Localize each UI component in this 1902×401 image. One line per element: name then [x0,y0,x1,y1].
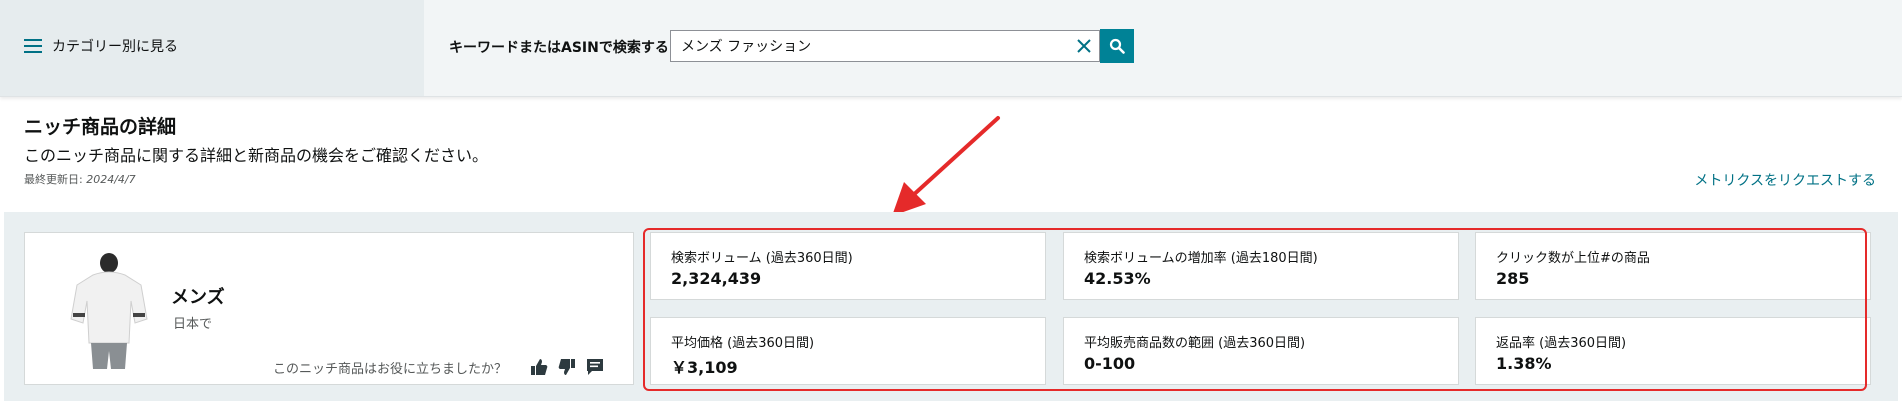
search-box [670,30,1100,62]
search-label: キーワードまたはASINで検索する [449,40,669,56]
page-title: ニッチ商品の詳細 [24,116,177,138]
product-name: メンズ [171,287,225,308]
comment-button[interactable] [585,357,605,377]
hamburger-icon [24,39,42,53]
close-icon [1077,39,1091,53]
browse-by-category-label: カテゴリー別に見る [52,39,178,55]
comment-icon [587,359,604,375]
browse-by-category-button[interactable]: カテゴリー別に見る [24,34,178,58]
page-subtitle: このニッチ商品に関する詳細と新商品の機会をご確認ください。 [24,146,489,165]
product-region: 日本で [173,317,213,332]
search-input[interactable] [671,32,1069,60]
annotation-arrow [892,116,1000,216]
product-image [70,253,148,369]
category-panel: カテゴリー別に見る [0,0,424,96]
last-updated-date: 2024/4/7 [86,173,136,186]
feedback-question: このニッチ商品はお役に立ちましたか？ [273,361,508,377]
request-metrics-link[interactable]: メトリクスをリクエストする [1694,170,1876,190]
feedback-row: このニッチ商品はお役に立ちましたか？ [273,357,605,377]
annotation-highlight-box [643,228,1867,391]
last-updated-label: 最終更新日: [24,173,83,186]
thumbs-down-icon [558,359,576,375]
thumbs-down-button[interactable] [557,357,577,377]
top-bar: カテゴリー別に見る キーワードまたはASINで検索する [0,0,1902,97]
thumbs-up-icon [531,359,548,375]
search-button[interactable] [1100,29,1134,63]
thumbs-up-button[interactable] [529,357,549,377]
search-icon [1109,38,1125,54]
clear-search-button[interactable] [1069,31,1099,61]
product-card: メンズ 日本で このニッチ商品はお役に立ちましたか？ [24,232,634,385]
last-updated: 最終更新日: 2024/4/7 [24,171,136,187]
